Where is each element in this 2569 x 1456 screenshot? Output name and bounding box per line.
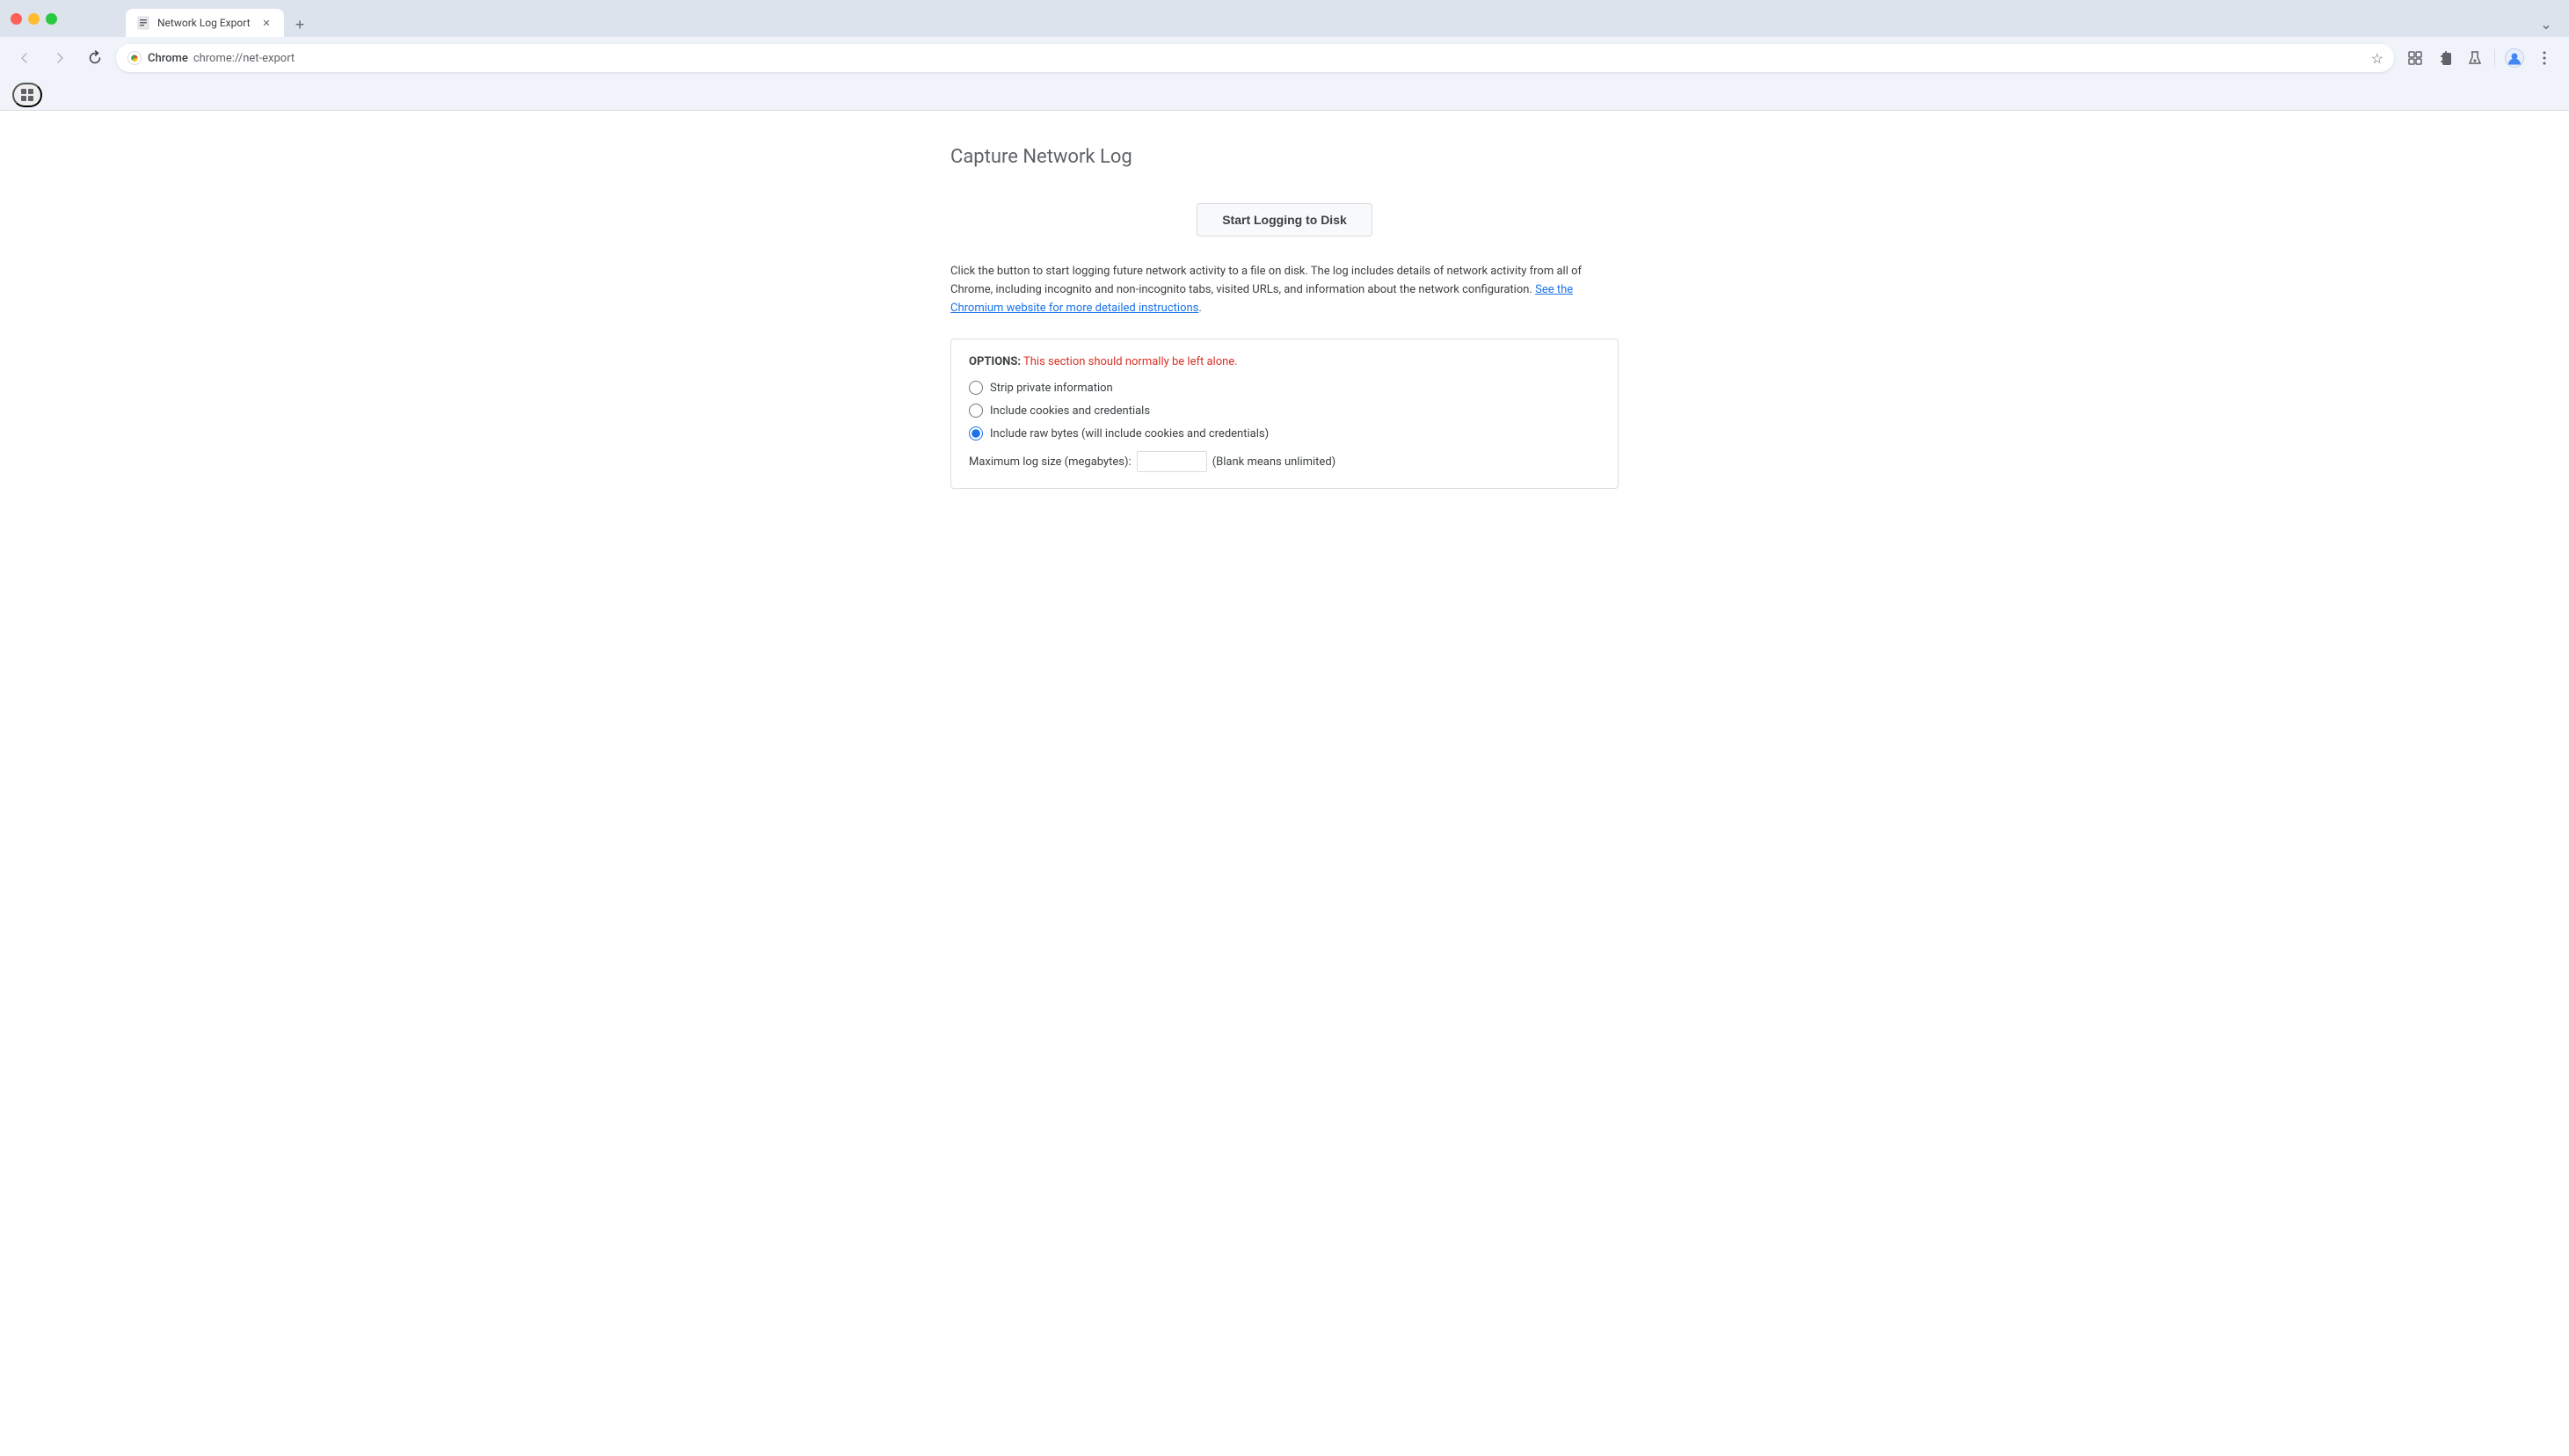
apps-grid-icon [21,89,33,101]
toolbar-divider [2494,49,2495,67]
page-content: Capture Network Log Start Logging to Dis… [0,111,2569,1456]
options-header: OPTIONS: This section should normally be… [969,355,1600,368]
profile-button[interactable] [2500,44,2529,72]
title-bar: Network Log Export ✕ + ⌄ [0,0,2569,37]
start-logging-button[interactable]: Start Logging to Disk [1197,203,1372,237]
page-title: Capture Network Log [950,146,1132,168]
minimize-window-button[interactable] [28,13,40,25]
tab-title: Network Log Export [157,17,252,29]
options-label: OPTIONS: [969,355,1021,368]
bookmarks-bar [0,79,2569,111]
extensions-button[interactable] [2401,44,2429,72]
window-controls [11,13,57,25]
chrome-labs-button[interactable] [2461,44,2489,72]
back-button[interactable] [11,44,39,72]
refresh-button[interactable] [81,44,109,72]
address-site-name: Chrome [148,52,188,65]
more-menu-button[interactable] [2530,44,2558,72]
radio-cookies-input[interactable] [969,404,983,418]
tab-bar: Network Log Export ✕ + ⌄ [64,0,2558,37]
extension-manager-button[interactable] [2431,44,2459,72]
radio-cookies-label[interactable]: Include cookies and credentials [969,404,1600,418]
new-tab-button[interactable]: + [287,12,312,37]
bookmark-star-icon[interactable]: ☆ [2371,50,2383,67]
maximize-window-button[interactable] [46,13,57,25]
max-size-row: Maximum log size (megabytes): (Blank mea… [969,451,1600,472]
radio-strip-label[interactable]: Strip private information [969,381,1600,395]
radio-strip-text: Strip private information [990,382,1113,395]
max-size-input[interactable] [1137,451,1207,472]
tab-favicon-icon [136,16,150,30]
site-security-icon [127,50,142,66]
radio-cookies-text: Include cookies and credentials [990,404,1150,418]
radio-raw-input[interactable] [969,426,983,440]
apps-grid-button[interactable] [12,83,42,107]
radio-raw-text: Include raw bytes (will include cookies … [990,427,1269,440]
options-warning-text: This section should normally be left alo… [1023,355,1238,368]
address-url: chrome://net-export [193,52,295,65]
max-size-hint: (Blank means unlimited) [1212,455,1336,469]
forward-button[interactable] [46,44,74,72]
radio-raw-label[interactable]: Include raw bytes (will include cookies … [969,426,1600,440]
active-tab[interactable]: Network Log Export ✕ [126,9,284,37]
radio-strip-input[interactable] [969,381,983,395]
address-bar[interactable]: Chrome chrome://net-export ☆ [116,44,2394,72]
toolbar: Chrome chrome://net-export ☆ [0,37,2569,79]
close-window-button[interactable] [11,13,22,25]
description-paragraph: Click the button to start logging future… [950,263,1619,317]
max-size-label: Maximum log size (megabytes): [969,455,1132,469]
toolbar-right [2401,44,2558,72]
options-box: OPTIONS: This section should normally be… [950,339,1619,489]
radio-group: Strip private information Include cookie… [969,381,1600,440]
tab-close-button[interactable]: ✕ [259,16,273,30]
tab-overflow-button[interactable]: ⌄ [2534,12,2558,37]
